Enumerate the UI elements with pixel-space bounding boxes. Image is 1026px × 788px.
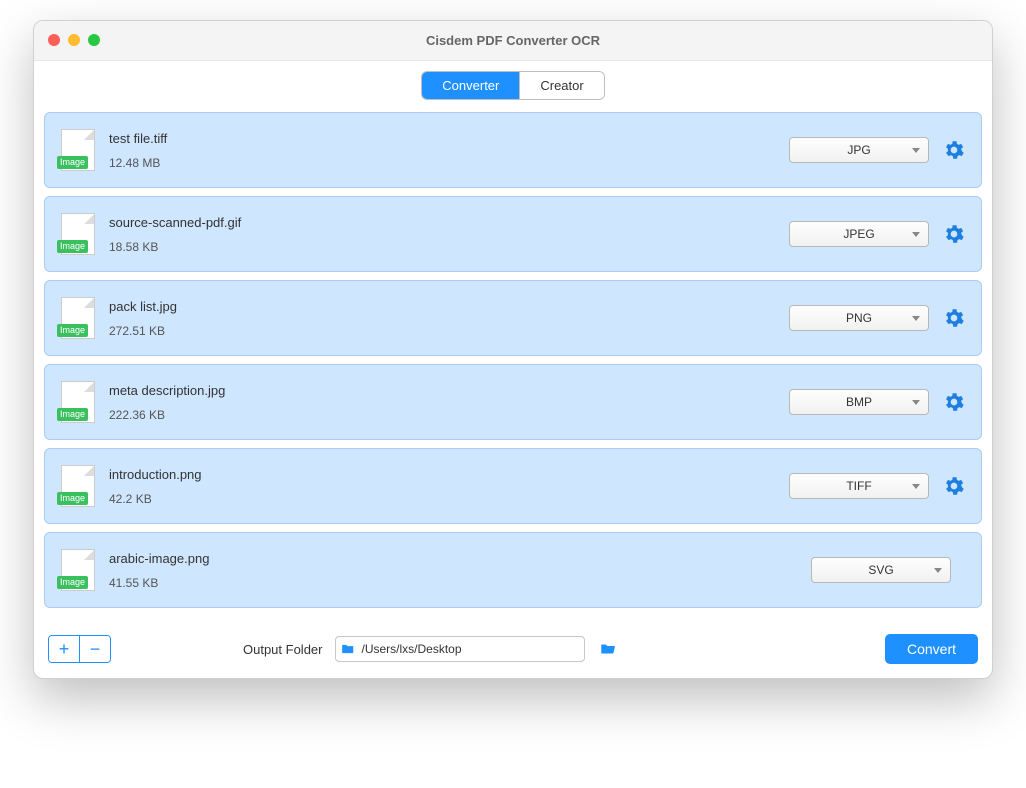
file-name: arabic-image.png — [109, 551, 811, 566]
image-badge: Image — [57, 156, 88, 169]
file-size: 41.55 KB — [109, 576, 811, 590]
image-badge: Image — [57, 324, 88, 337]
format-label: BMP — [846, 395, 872, 409]
file-size: 18.58 KB — [109, 240, 789, 254]
tab-creator[interactable]: Creator — [519, 72, 603, 99]
file-row[interactable]: Image arabic-image.png 41.55 KB SVG — [44, 532, 982, 608]
file-row[interactable]: Image test file.tiff 12.48 MB JPG — [44, 112, 982, 188]
add-file-button[interactable]: + — [49, 636, 79, 662]
window-title: Cisdem PDF Converter OCR — [426, 33, 600, 48]
browse-folder-icon[interactable] — [597, 638, 619, 660]
file-type-icon: Image — [61, 381, 95, 423]
file-info: meta description.jpg 222.36 KB — [109, 383, 789, 422]
tab-converter[interactable]: Converter — [422, 72, 519, 99]
file-info: pack list.jpg 272.51 KB — [109, 299, 789, 338]
file-row[interactable]: Image pack list.jpg 272.51 KB PNG — [44, 280, 982, 356]
image-badge: Image — [57, 408, 88, 421]
chevron-down-icon — [912, 484, 920, 489]
output-format-select[interactable]: JPG — [789, 137, 929, 163]
file-type-icon: Image — [61, 465, 95, 507]
gear-icon[interactable] — [943, 475, 965, 497]
output-format-select[interactable]: BMP — [789, 389, 929, 415]
file-info: introduction.png 42.2 KB — [109, 467, 789, 506]
chevron-down-icon — [912, 148, 920, 153]
file-row[interactable]: Image introduction.png 42.2 KB TIFF — [44, 448, 982, 524]
gear-icon[interactable] — [943, 223, 965, 245]
file-type-icon: Image — [61, 297, 95, 339]
minimize-window-button[interactable] — [68, 34, 80, 46]
chevron-down-icon — [912, 316, 920, 321]
format-label: JPG — [847, 143, 870, 157]
output-format-select[interactable]: TIFF — [789, 473, 929, 499]
output-format-select[interactable]: JPEG — [789, 221, 929, 247]
traffic-lights — [48, 34, 100, 46]
close-window-button[interactable] — [48, 34, 60, 46]
add-remove-group: + − — [48, 635, 111, 663]
file-type-icon: Image — [61, 129, 95, 171]
file-name: introduction.png — [109, 467, 789, 482]
image-badge: Image — [57, 492, 88, 505]
output-folder-label: Output Folder — [243, 642, 323, 657]
maximize-window-button[interactable] — [88, 34, 100, 46]
file-list: Image test file.tiff 12.48 MB JPG Image … — [34, 112, 992, 624]
file-size: 272.51 KB — [109, 324, 789, 338]
folder-icon — [340, 642, 356, 656]
file-size: 222.36 KB — [109, 408, 789, 422]
file-size: 12.48 MB — [109, 156, 789, 170]
file-size: 42.2 KB — [109, 492, 789, 506]
output-folder-path: /Users/lxs/Desktop — [362, 642, 462, 656]
title-bar: Cisdem PDF Converter OCR — [34, 21, 992, 61]
format-label: SVG — [868, 563, 893, 577]
file-row[interactable]: Image meta description.jpg 222.36 KB BMP — [44, 364, 982, 440]
gear-icon[interactable] — [943, 307, 965, 329]
image-badge: Image — [57, 576, 88, 589]
remove-file-button[interactable]: − — [80, 636, 110, 662]
file-name: pack list.jpg — [109, 299, 789, 314]
file-name: meta description.jpg — [109, 383, 789, 398]
output-format-select[interactable]: PNG — [789, 305, 929, 331]
bottom-bar: + − Output Folder /Users/lxs/Desktop Con… — [34, 624, 992, 678]
file-info: arabic-image.png 41.55 KB — [109, 551, 811, 590]
file-info: source-scanned-pdf.gif 18.58 KB — [109, 215, 789, 254]
chevron-down-icon — [912, 232, 920, 237]
chevron-down-icon — [912, 400, 920, 405]
format-label: JPEG — [843, 227, 874, 241]
file-row[interactable]: Image source-scanned-pdf.gif 18.58 KB JP… — [44, 196, 982, 272]
file-name: test file.tiff — [109, 131, 789, 146]
mode-toolbar: Converter Creator — [34, 61, 992, 112]
file-name: source-scanned-pdf.gif — [109, 215, 789, 230]
format-label: PNG — [846, 311, 872, 325]
output-format-select[interactable]: SVG — [811, 557, 951, 583]
format-label: TIFF — [846, 479, 871, 493]
mode-segmented-control: Converter Creator — [421, 71, 604, 100]
file-type-icon: Image — [61, 213, 95, 255]
output-folder-field[interactable]: /Users/lxs/Desktop — [335, 636, 585, 662]
file-info: test file.tiff 12.48 MB — [109, 131, 789, 170]
convert-button[interactable]: Convert — [885, 634, 978, 664]
app-window: Cisdem PDF Converter OCR Converter Creat… — [33, 20, 993, 679]
file-type-icon: Image — [61, 549, 95, 591]
chevron-down-icon — [934, 568, 942, 573]
image-badge: Image — [57, 240, 88, 253]
gear-icon[interactable] — [943, 391, 965, 413]
gear-icon[interactable] — [943, 139, 965, 161]
